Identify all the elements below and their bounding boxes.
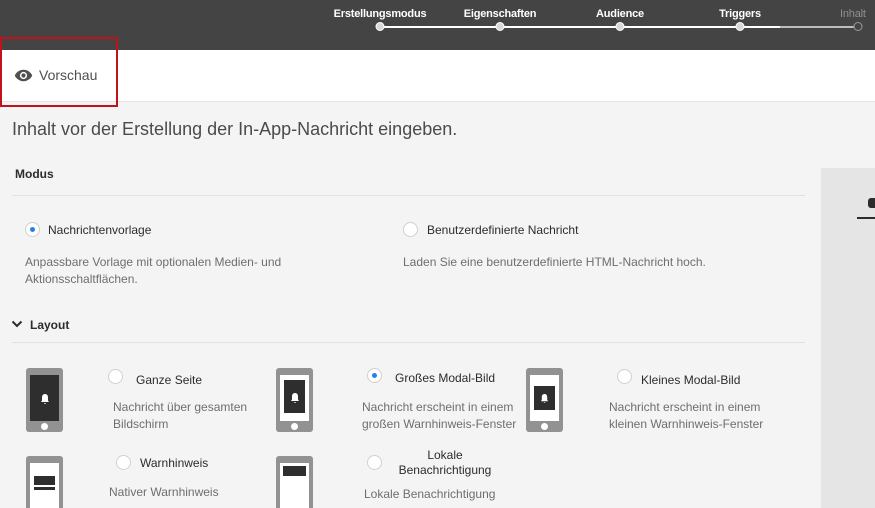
option-desc-warnhinweis: Nativer Warnhinweis xyxy=(109,485,219,499)
option-desc-lokale-benachrichtigung: Lokale Benachrichtigung xyxy=(364,487,496,501)
divider xyxy=(12,342,805,343)
device-tab-icon[interactable] xyxy=(868,198,875,208)
step-label: Audience xyxy=(596,8,644,20)
alert-phone-icon[interactable] xyxy=(26,456,63,508)
preview-toolbar xyxy=(0,50,875,102)
option-label-nachrichtenvorlage[interactable]: Nachrichtenvorlage xyxy=(48,223,151,237)
step-dot xyxy=(735,22,745,31)
radio-nachrichtenvorlage[interactable] xyxy=(25,222,40,237)
step-label: Erstellungsmodus xyxy=(333,8,427,20)
option-desc-benutzerdefinierte-nachricht: Laden Sie eine benutzerdefinierte HTML-N… xyxy=(403,255,706,269)
eye-icon xyxy=(14,69,33,81)
option-desc-kleines-modal-bild: Nachricht erscheint in einem kleinen War… xyxy=(609,400,764,431)
notification-banner xyxy=(283,466,306,476)
device-preview-panel xyxy=(821,168,875,508)
radio-grosses-modal-bild[interactable] xyxy=(367,368,382,383)
bell-icon xyxy=(41,394,49,404)
small-modal-phone-icon[interactable] xyxy=(526,368,563,432)
option-desc-grosses-modal-bild: Nachricht erscheint in einem großen Warn… xyxy=(362,400,517,431)
step-dot xyxy=(853,22,863,31)
step-label: Inhalt xyxy=(840,8,866,20)
radio-warnhinweis[interactable] xyxy=(116,455,131,470)
option-desc-ganze-seite: Nachricht über gesamten Bildschirm xyxy=(113,400,248,431)
option-label-grosses-modal-bild[interactable]: Großes Modal-Bild xyxy=(395,371,495,385)
radio-benutzerdefinierte-nachricht[interactable] xyxy=(403,222,418,237)
chevron-down-icon[interactable] xyxy=(11,319,23,329)
modus-section-title: Modus xyxy=(15,167,54,181)
option-label-lokale-benachrichtigung[interactable]: Lokale Benachrichtigung xyxy=(390,448,500,478)
preview-button-content[interactable]: Vorschau xyxy=(14,67,97,83)
local-notification-phone-icon[interactable] xyxy=(276,456,313,508)
step-dot xyxy=(375,22,385,31)
preview-label: Vorschau xyxy=(39,67,98,83)
radio-ganze-seite[interactable] xyxy=(108,369,123,384)
device-tab-underline xyxy=(857,217,875,219)
step-label: Eigenschaften xyxy=(463,8,537,20)
fullscreen-phone-icon[interactable] xyxy=(26,368,63,432)
phone-home-button xyxy=(291,423,298,430)
bell-icon xyxy=(540,394,549,403)
alert-banner xyxy=(34,476,55,485)
phone-home-button xyxy=(541,423,548,430)
stepper-line-remaining xyxy=(780,26,858,28)
option-label-ganze-seite[interactable]: Ganze Seite xyxy=(136,373,202,387)
radio-kleines-modal-bild[interactable] xyxy=(617,369,632,384)
layout-section-title[interactable]: Layout xyxy=(30,318,69,332)
option-desc-nachrichtenvorlage: Anpassbare Vorlage mit optionalen Medien… xyxy=(25,255,282,286)
option-label-kleines-modal-bild[interactable]: Kleines Modal-Bild xyxy=(641,373,740,387)
divider xyxy=(12,195,805,196)
bell-icon xyxy=(291,393,299,403)
step-dot xyxy=(495,22,505,31)
radio-lokale-benachrichtigung[interactable] xyxy=(367,455,382,470)
alert-buttons xyxy=(34,487,55,490)
option-label-benutzerdefinierte-nachricht[interactable]: Benutzerdefinierte Nachricht xyxy=(427,223,578,237)
workflow-stepper: Erstellungsmodus Eigenschaften Audience … xyxy=(0,0,875,50)
step-dot xyxy=(615,22,625,31)
large-modal-phone-icon[interactable] xyxy=(276,368,313,432)
option-label-warnhinweis[interactable]: Warnhinweis xyxy=(140,456,208,470)
step-label: Triggers xyxy=(719,8,761,20)
phone-home-button xyxy=(41,423,48,430)
page-intro: Inhalt vor der Erstellung der In-App-Nac… xyxy=(12,119,458,139)
phone-screen xyxy=(30,463,59,508)
